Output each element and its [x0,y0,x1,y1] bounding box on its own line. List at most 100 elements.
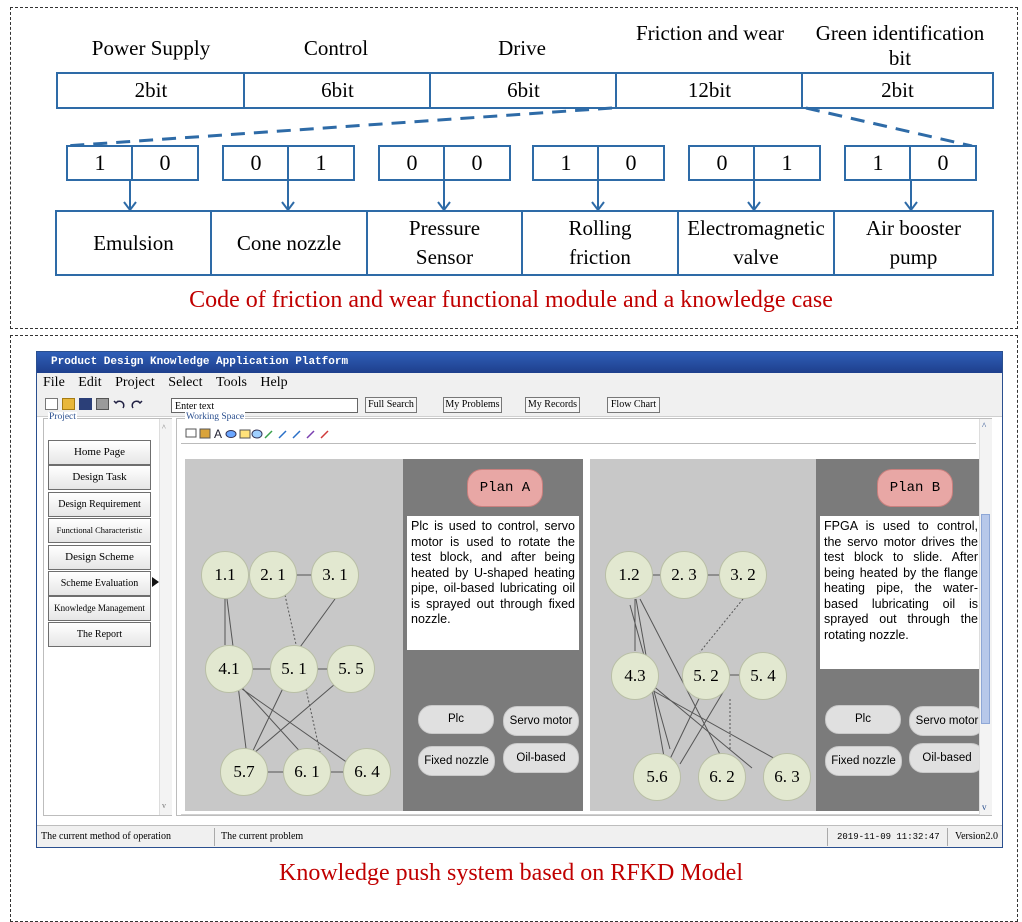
menu-tools[interactable]: Tools [216,375,247,390]
project-panel: Project Home Page Design Task Design Req… [43,412,172,816]
nav-scheme-evaluation[interactable]: Scheme Evaluation [48,571,151,596]
plan-b-node[interactable]: 6. 3 [763,753,811,801]
workspace-divider [181,443,976,444]
nav-the-report[interactable]: The Report [48,622,151,647]
plan-b-description: FPGA is used to control, the servo motor… [820,516,982,669]
plan-a-node[interactable]: 1.1 [201,551,249,599]
plan-a-node[interactable]: 3. 1 [311,551,359,599]
flow-chart-button[interactable]: Flow Chart [607,397,660,413]
component-electromagnetic-valve: Electromagnetic valve [677,210,835,276]
plan-a-node[interactable]: 2. 1 [249,551,297,599]
plan-b-node[interactable]: 5. 2 [682,652,730,700]
plan-b-node[interactable]: 1.2 [605,551,653,599]
plan-a-node[interactable]: 4.1 [205,645,253,693]
plan-a-node[interactable]: 6. 4 [343,748,391,796]
my-problems-button[interactable]: My Problems [443,397,502,413]
toolbar: Enter text Full Search My Problems My Re… [37,393,1002,417]
status-bar: The current method of operation The curr… [37,825,1002,847]
window-title: Product Design Knowledge Application Pla… [37,352,1002,373]
status-datetime: 2019-11-09 11:32:47 [837,832,940,842]
status-divider [827,828,828,846]
plan-a-node[interactable]: 6. 1 [283,748,331,796]
redo-icon[interactable] [130,398,143,410]
menu-project[interactable]: Project [115,375,155,390]
plan-b-node[interactable]: 2. 3 [660,551,708,599]
code-bit: 0 [443,145,511,181]
code-bit: 0 [909,145,977,181]
menu-edit[interactable]: Edit [78,375,101,390]
code-bit: 1 [844,145,912,181]
plan-b-tag-fixed-nozzle[interactable]: Fixed nozzle [825,746,902,776]
plan-a-node[interactable]: 5.7 [220,748,268,796]
plan-b-node[interactable]: 5. 4 [739,652,787,700]
scroll-up-icon[interactable]: ^ [982,421,986,431]
horizontal-scrollbar[interactable] [181,814,979,815]
expand-arrow-icon[interactable] [152,577,159,587]
code-bit: 1 [287,145,355,181]
drawing-tools: A [185,427,365,441]
open-folder-icon[interactable] [62,398,75,410]
status-problem: The current problem [221,831,304,842]
nav-design-scheme[interactable]: Design Scheme [48,545,151,570]
left-scrollbar[interactable] [159,419,172,815]
code-bit: 0 [222,145,290,181]
select-tool-icon [185,428,197,438]
plan-a-node[interactable]: 5. 5 [327,645,375,693]
print-icon[interactable] [96,398,109,410]
nav-design-requirement[interactable]: Design Requirement [48,492,151,517]
scroll-down-icon[interactable]: v [982,802,987,812]
nav-home-page[interactable]: Home Page [48,440,151,465]
plan-b-node[interactable]: 4.3 [611,652,659,700]
text-tool-icon: A [214,427,222,441]
code-bit: 1 [532,145,600,181]
plan-b-button[interactable]: Plan B [877,469,953,507]
code-bit: 0 [378,145,446,181]
plan-b-node[interactable]: 5.6 [633,753,681,801]
working-space-label: Working Space [185,412,246,422]
save-icon[interactable] [79,398,92,410]
plan-b-node[interactable]: 3. 2 [719,551,767,599]
menu-bar: File Edit Project Select Tools Help [37,373,1002,393]
plan-b-tag-servo-motor[interactable]: Servo motor [909,706,985,736]
nav-design-task[interactable]: Design Task [48,465,151,490]
scroll-down-icon[interactable]: v [162,801,166,810]
plan-b-node[interactable]: 6. 2 [698,753,746,801]
plan-b-tag-plc[interactable]: Plc [825,705,901,734]
component-cone-nozzle: Cone nozzle [210,210,368,276]
component-rolling-friction: Rolling friction [521,210,679,276]
code-bit: 1 [66,145,134,181]
menu-select[interactable]: Select [168,375,202,390]
app-window: Product Design Knowledge Application Pla… [36,351,1003,848]
nav-functional-characteristic[interactable]: Functional Characteristic [48,518,151,543]
scroll-up-icon[interactable]: ^ [162,423,166,432]
new-file-icon[interactable] [45,398,58,410]
plan-a-tag-oil-based[interactable]: Oil-based [503,743,579,773]
status-divider [947,828,948,846]
undo-icon[interactable] [113,398,126,410]
status-version: Version2.0 [955,831,999,842]
plan-a-button[interactable]: Plan A [467,469,543,507]
connector-tool-icon [264,430,273,439]
menu-file[interactable]: File [43,375,65,390]
code-bit: 0 [688,145,756,181]
plan-a-description: Plc is used to control, servo motor is u… [407,516,579,650]
plan-a-node[interactable]: 5. 1 [270,645,318,693]
menu-help[interactable]: Help [260,375,287,390]
full-search-button[interactable]: Full Search [365,397,417,413]
code-bit: 0 [131,145,199,181]
working-space: Working Space A 1.1 2. 1 3. 1 4.1 5. 1 5… [176,412,992,816]
plan-a-tag-servo-motor[interactable]: Servo motor [503,706,579,736]
nav-knowledge-management[interactable]: Knowledge Management [48,596,151,621]
search-input[interactable]: Enter text [171,398,358,413]
bottom-caption: Knowledge push system based on RFKD Mode… [279,860,743,886]
plan-a-tag-fixed-nozzle[interactable]: Fixed nozzle [418,746,495,776]
connector-tool-icon [278,430,287,439]
component-air-booster-pump: Air booster pump [833,210,994,276]
ellipse-tool-icon [225,430,237,438]
code-bit: 1 [753,145,821,181]
my-records-button[interactable]: My Records [525,397,580,413]
connector-tool-icon [306,430,315,439]
plan-b-tag-oil-based[interactable]: Oil-based [909,743,985,773]
scrollbar-thumb[interactable] [981,514,990,724]
plan-a-tag-plc[interactable]: Plc [418,705,494,734]
